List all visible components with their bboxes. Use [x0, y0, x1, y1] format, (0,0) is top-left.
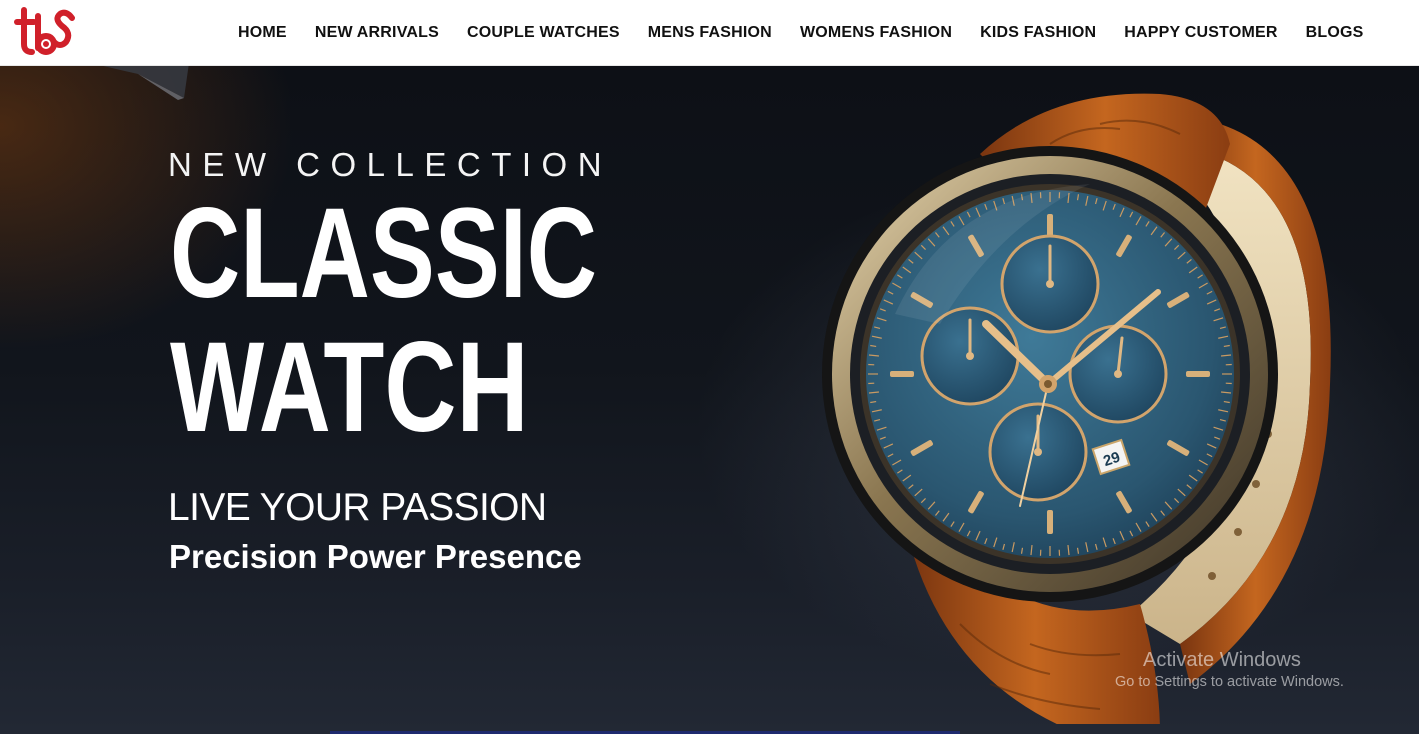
hour-index	[890, 371, 914, 377]
watermark-subtitle: Go to Settings to activate Windows.	[1115, 674, 1344, 690]
hero-headline-line1: CLASSIC	[170, 182, 597, 325]
os-activation-watermark: Activate Windows Go to Settings to activ…	[1115, 648, 1344, 692]
nav-item-kids-fashion[interactable]: KIDS FASHION	[980, 24, 1096, 42]
hero-banner[interactable]: NEW COLLECTION CLASSIC WATCH LIVE YOUR P…	[0, 66, 1419, 734]
hour-index	[1186, 371, 1210, 377]
chronograph-watch-image: 29	[822, 93, 1331, 724]
brand-logo-icon[interactable]	[14, 4, 78, 62]
nav-item-home[interactable]: HOME	[238, 24, 287, 42]
decorative-slash-icon	[103, 66, 189, 100]
hero-tagline: LIVE YOUR PASSION	[168, 486, 547, 529]
hero-subtagline: Precision Power Presence	[169, 538, 582, 575]
nav-item-blogs[interactable]: BLOGS	[1306, 24, 1364, 42]
nav-item-couple-watches[interactable]: COUPLE WATCHES	[467, 24, 620, 42]
hero-eyebrow: NEW COLLECTION	[168, 146, 613, 183]
nav-item-womens-fashion[interactable]: WOMENS FASHION	[800, 24, 952, 42]
nav-item-mens-fashion[interactable]: MENS FASHION	[648, 24, 772, 42]
hero-headline-line2: WATCH	[170, 316, 529, 459]
hour-index	[1047, 510, 1053, 534]
main-nav: HOME NEW ARRIVALS COUPLE WATCHES MENS FA…	[224, 0, 1378, 66]
nav-item-new-arrivals[interactable]: NEW ARRIVALS	[315, 24, 439, 42]
hour-index	[1047, 214, 1053, 238]
site-header: HOME NEW ARRIVALS COUPLE WATCHES MENS FA…	[0, 0, 1419, 66]
nav-item-happy-customer[interactable]: HAPPY CUSTOMER	[1124, 24, 1277, 42]
watermark-title: Activate Windows	[1143, 649, 1301, 671]
